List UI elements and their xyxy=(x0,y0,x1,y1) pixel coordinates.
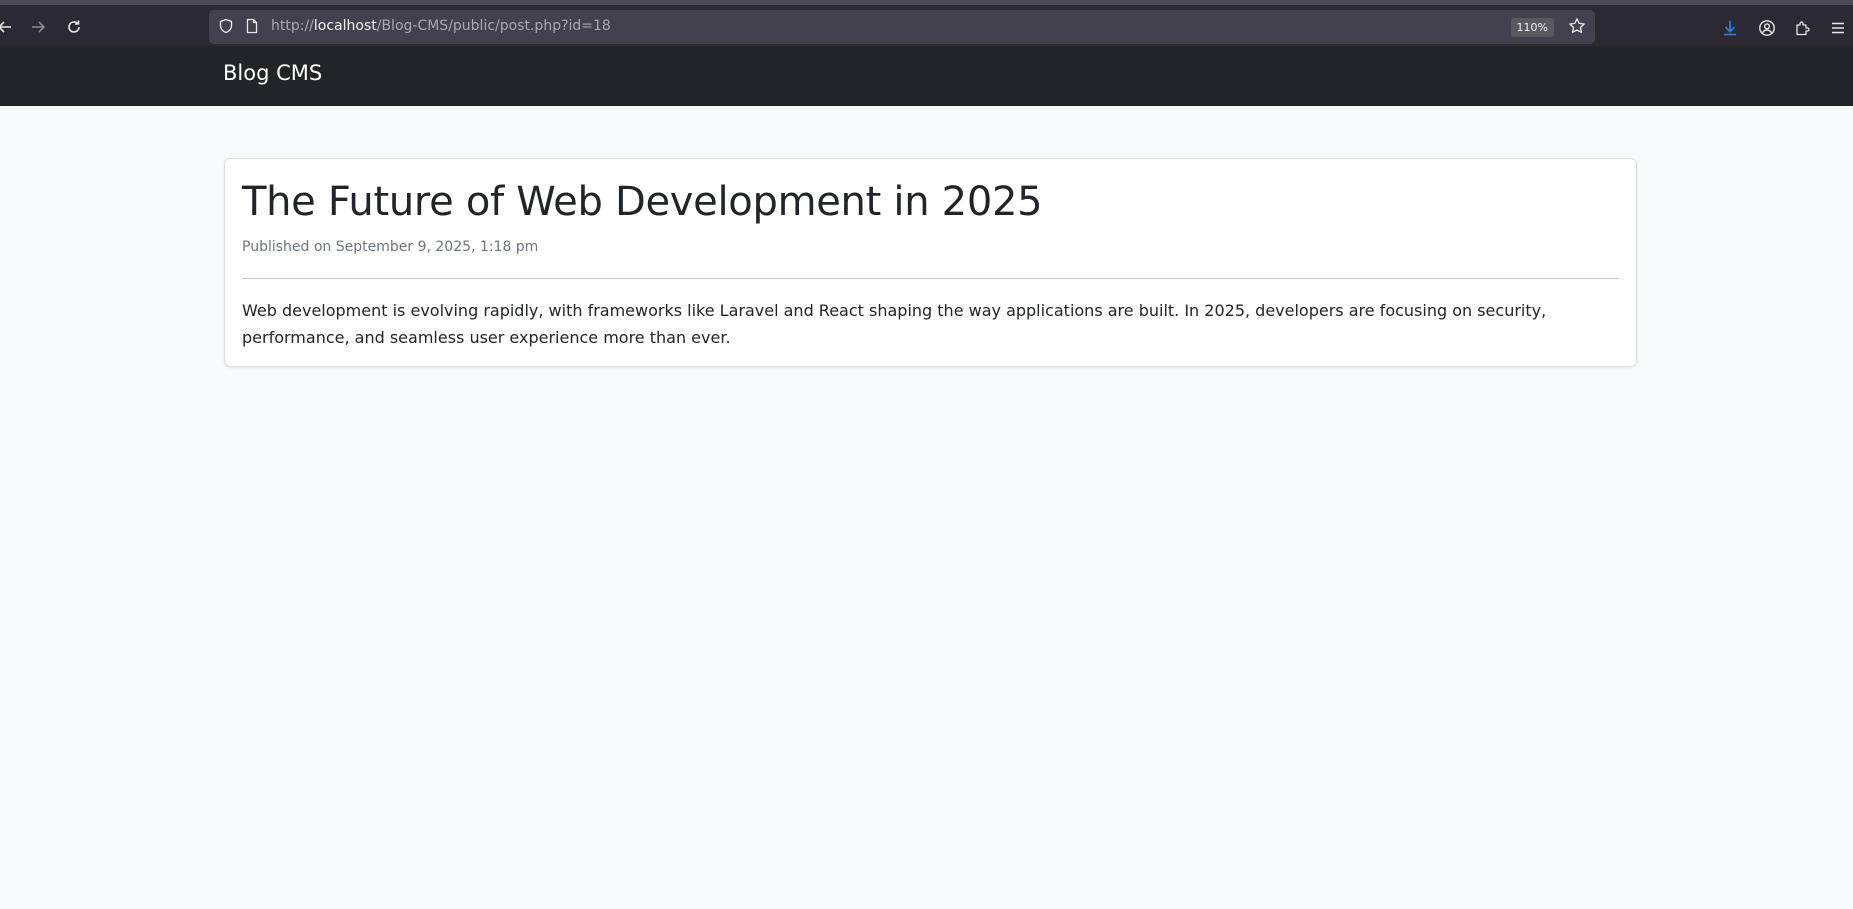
navbar-brand-link[interactable]: Blog CMS xyxy=(223,61,322,85)
post-body: Web development is evolving rapidly, wit… xyxy=(242,301,1547,347)
site-navbar: Blog CMS xyxy=(0,46,1853,106)
reload-icon xyxy=(68,20,80,33)
post-card: The Future of Web Development in 2025 Pu… xyxy=(224,158,1637,367)
star-icon[interactable] xyxy=(1568,17,1586,35)
hamburger-menu-icon[interactable] xyxy=(1827,17,1849,39)
account-icon[interactable] xyxy=(1756,17,1778,39)
page-icon[interactable] xyxy=(244,18,260,34)
back-button[interactable] xyxy=(0,16,16,38)
arrow-left-icon xyxy=(0,21,11,33)
reload-button[interactable] xyxy=(63,16,85,38)
browser-toolbar: http://localhost/Blog-CMS/public/post.ph… xyxy=(0,0,1853,46)
arrow-right-icon xyxy=(32,21,46,33)
url-prefix: http:// xyxy=(271,18,314,34)
shield-icon[interactable] xyxy=(218,18,234,34)
url-path: /Blog-CMS/public/post.php?id=18 xyxy=(376,18,611,34)
url-bar[interactable]: http://localhost/Blog-CMS/public/post.ph… xyxy=(209,10,1595,44)
zoom-level-button[interactable]: 110% xyxy=(1510,18,1554,37)
post-published-date: Published on September 9, 2025, 1:18 pm xyxy=(242,239,539,255)
download-icon[interactable] xyxy=(1719,17,1741,39)
url-text[interactable]: http://localhost/Blog-CMS/public/post.ph… xyxy=(271,18,611,34)
post-title: The Future of Web Development in 2025 xyxy=(242,179,1043,225)
forward-button[interactable] xyxy=(27,16,49,38)
divider xyxy=(242,278,1619,279)
puzzle-icon[interactable] xyxy=(1792,17,1814,39)
url-host: localhost xyxy=(313,18,377,34)
